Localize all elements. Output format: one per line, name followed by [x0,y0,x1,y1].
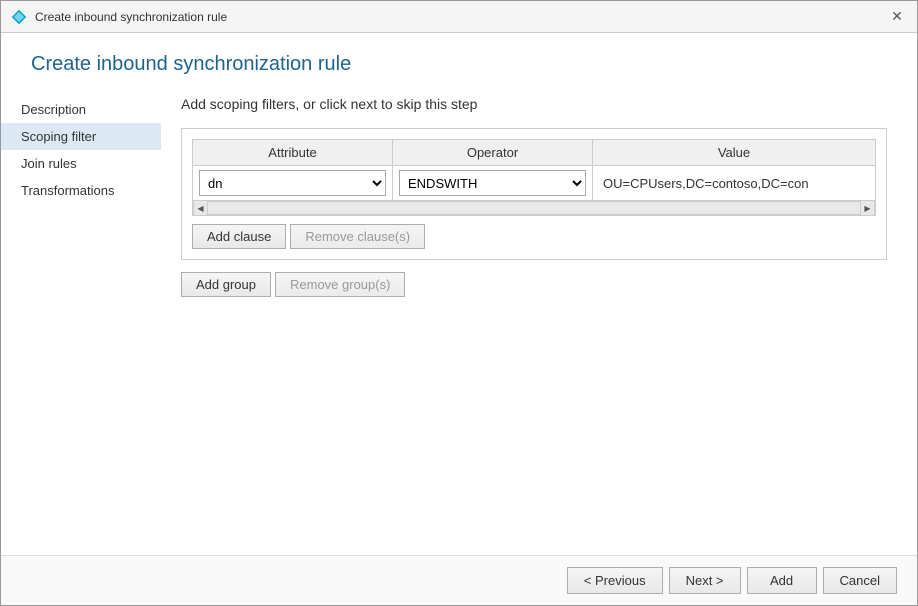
sidebar-item-scoping-filter[interactable]: Scoping filter [1,123,161,150]
page-title: Create inbound synchronization rule [1,33,917,86]
sidebar-item-description[interactable]: Description [1,96,161,123]
next-button[interactable]: Next > [669,567,741,594]
remove-clause-button[interactable]: Remove clause(s) [290,224,425,249]
sidebar-item-join-rules[interactable]: Join rules [1,150,161,177]
section-title: Add scoping filters, or click next to sk… [181,96,887,112]
remove-group-button[interactable]: Remove group(s) [275,272,405,297]
scrollbar-cell: ◀ ▶ [193,201,876,216]
previous-button[interactable]: < Previous [567,567,663,594]
app-icon [11,9,27,25]
attribute-select[interactable]: dn cn objectClass sAMAccountName mail [199,170,386,196]
add-button[interactable]: Add [747,567,817,594]
attribute-cell: dn cn objectClass sAMAccountName mail [193,166,393,201]
sidebar: Description Scoping filter Join rules Tr… [1,86,161,555]
main-content: Add scoping filters, or click next to sk… [161,86,917,555]
add-clause-button[interactable]: Add clause [192,224,286,249]
scrollbar-row: ◀ ▶ [193,201,876,216]
title-bar: Create inbound synchronization rule ✕ [1,1,917,33]
filter-group-box: Attribute Operator Value dn cn [181,128,887,260]
footer: < Previous Next > Add Cancel [1,555,917,605]
main-body: Description Scoping filter Join rules Tr… [1,86,917,555]
operator-cell: ENDSWITH STARTSWITH EQUALS NOTEQUAL ISNU… [393,166,593,201]
clause-buttons: Add clause Remove clause(s) [192,224,876,249]
cancel-button[interactable]: Cancel [823,567,897,594]
value-cell [593,166,876,201]
value-input[interactable] [599,173,869,194]
title-bar-text: Create inbound synchronization rule [35,10,227,24]
horizontal-scrollbar: ◀ ▶ [193,201,875,215]
operator-select[interactable]: ENDSWITH STARTSWITH EQUALS NOTEQUAL ISNU… [399,170,586,196]
scroll-right-arrow[interactable]: ▶ [860,201,874,215]
filter-table: Attribute Operator Value dn cn [192,139,876,216]
close-button[interactable]: ✕ [887,7,907,27]
scroll-left-arrow[interactable]: ◀ [194,201,208,215]
title-bar-left: Create inbound synchronization rule [11,9,227,25]
table-row: dn cn objectClass sAMAccountName mail [193,166,876,201]
content-area: Create inbound synchronization rule Desc… [1,33,917,555]
group-buttons: Add group Remove group(s) [181,272,887,297]
sidebar-item-transformations[interactable]: Transformations [1,177,161,204]
col-header-operator: Operator [393,140,593,166]
scroll-track[interactable] [208,202,860,214]
add-group-button[interactable]: Add group [181,272,271,297]
main-window: Create inbound synchronization rule ✕ Cr… [0,0,918,606]
col-header-attribute: Attribute [193,140,393,166]
col-header-value: Value [593,140,876,166]
